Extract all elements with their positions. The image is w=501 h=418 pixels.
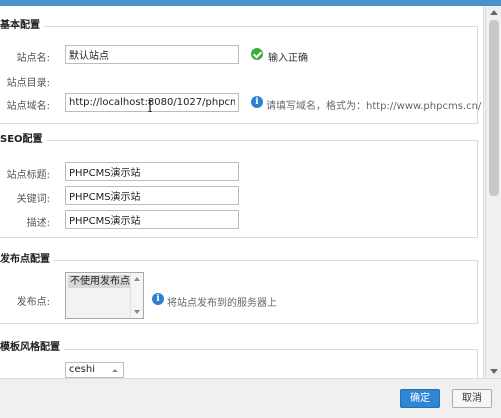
scroll-thumb[interactable] bbox=[489, 20, 499, 196]
publish-point-label: 发布点: bbox=[16, 297, 50, 308]
seo-config-title: SEO配置 bbox=[0, 131, 47, 149]
publish-point-listbox[interactable]: 不使用发布点 bbox=[65, 272, 144, 319]
confirm-button[interactable]: 确定 bbox=[400, 389, 440, 408]
site-name-input[interactable] bbox=[65, 45, 239, 64]
scroll-up-icon[interactable] bbox=[490, 10, 498, 15]
keywords-label: 关键词: bbox=[16, 194, 50, 205]
dialog-footer: 确定 取消 bbox=[0, 378, 501, 418]
publish-option[interactable]: 不使用发布点 bbox=[68, 275, 132, 288]
publish-point-hint: 将站点发布到的服务器上 bbox=[167, 298, 277, 309]
site-domain-hint: 请填写域名，格式为：http://www.phpcms.cn/ bbox=[266, 101, 482, 112]
site-domain-label: 站点域名: bbox=[6, 101, 50, 112]
check-icon bbox=[251, 48, 263, 60]
listbox-scrollbar[interactable] bbox=[130, 273, 143, 318]
info-icon: i bbox=[152, 293, 164, 305]
scroll-up-icon[interactable] bbox=[134, 277, 140, 281]
site-title-label: 站点标题: bbox=[6, 170, 50, 181]
text-cursor-icon bbox=[148, 100, 152, 112]
site-title-input[interactable] bbox=[65, 162, 239, 181]
dialog-content: 基本配置 站点名: 输入正确 站点目录: 站点域名: i 请填写域名，格式为：h… bbox=[0, 6, 484, 378]
site-name-label: 站点名: bbox=[16, 53, 50, 64]
page-scrollbar[interactable] bbox=[485, 6, 501, 378]
description-input[interactable] bbox=[65, 210, 239, 229]
template-style-select[interactable]: ceshi bbox=[65, 362, 124, 378]
basic-config-title: 基本配置 bbox=[0, 17, 44, 35]
site-name-status: 输入正确 bbox=[268, 53, 308, 64]
scroll-down-icon[interactable] bbox=[134, 310, 140, 314]
info-icon: i bbox=[251, 96, 263, 108]
site-dir-label: 站点目录: bbox=[6, 78, 50, 89]
chevron-up-icon bbox=[112, 369, 118, 372]
publish-config-title: 发布点配置 bbox=[0, 251, 54, 269]
description-label: 描述: bbox=[26, 218, 50, 229]
scroll-down-icon[interactable] bbox=[490, 369, 498, 374]
keywords-input[interactable] bbox=[65, 186, 239, 205]
template-style-value: ceshi bbox=[69, 364, 95, 375]
cancel-button[interactable]: 取消 bbox=[452, 389, 492, 408]
template-config-title: 模板风格配置 bbox=[0, 339, 64, 357]
